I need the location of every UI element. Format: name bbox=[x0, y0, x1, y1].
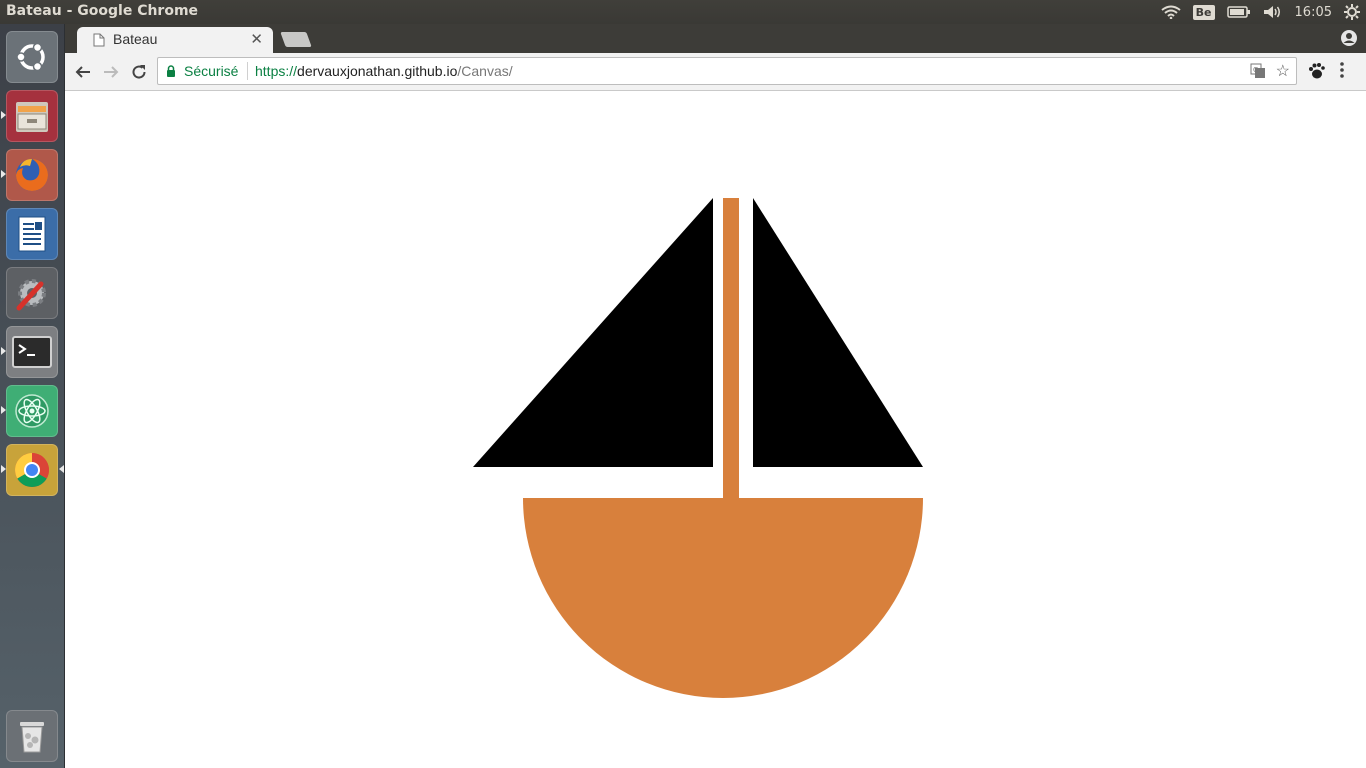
boat-mast bbox=[723, 198, 739, 498]
launcher-atom-button[interactable] bbox=[6, 385, 58, 437]
system-tray: Be 16:05 bbox=[1161, 0, 1360, 24]
launcher-trash-button[interactable] bbox=[6, 710, 58, 762]
launcher bbox=[0, 24, 65, 768]
ubuntu-logo-icon bbox=[16, 42, 45, 72]
file-cabinet-icon bbox=[16, 102, 48, 132]
omnibox[interactable]: Sécurisé https://dervauxjonathan.github.… bbox=[157, 57, 1297, 85]
security-status-label[interactable]: Sécurisé bbox=[184, 63, 238, 79]
boat-canvas bbox=[473, 198, 923, 698]
launcher-writer-button[interactable] bbox=[6, 208, 58, 260]
boat-right-sail bbox=[753, 198, 923, 467]
svg-text:G: G bbox=[1253, 66, 1258, 74]
launcher-firefox-button[interactable] bbox=[6, 149, 58, 201]
url-scheme: https:// bbox=[255, 63, 298, 79]
omnibox-divider bbox=[247, 62, 248, 80]
reload-icon bbox=[132, 65, 146, 79]
back-arrow-icon bbox=[75, 66, 90, 78]
tab-strip: Bateau ✕ bbox=[65, 24, 1366, 53]
chrome-icon bbox=[15, 453, 49, 487]
clock[interactable]: 16:05 bbox=[1295, 0, 1332, 24]
battery-icon[interactable] bbox=[1226, 0, 1251, 24]
reload-button[interactable] bbox=[128, 61, 150, 83]
forward-button[interactable] bbox=[100, 61, 122, 83]
settings-wrench-icon bbox=[16, 279, 46, 311]
firefox-icon bbox=[16, 159, 48, 191]
volume-icon[interactable] bbox=[1263, 0, 1283, 24]
page-favicon-icon bbox=[93, 33, 105, 47]
launcher-dash-button[interactable] bbox=[6, 31, 58, 83]
url-host: dervauxjonathan.github.io bbox=[297, 63, 458, 79]
new-tab-button[interactable] bbox=[280, 32, 312, 47]
launcher-terminal-button[interactable] bbox=[6, 326, 58, 378]
boat-left-sail bbox=[473, 198, 713, 467]
writer-document-icon bbox=[18, 216, 46, 252]
atom-icon bbox=[15, 394, 49, 428]
window-title: Bateau - Google Chrome bbox=[6, 3, 199, 19]
launcher-focused-indicator bbox=[59, 465, 64, 473]
power-settings-gear-icon[interactable] bbox=[1344, 0, 1360, 24]
profile-avatar-icon[interactable] bbox=[1340, 29, 1358, 47]
url-text[interactable]: https://dervauxjonathan.github.io/Canvas… bbox=[255, 63, 513, 79]
launcher-settings-button[interactable] bbox=[6, 267, 58, 319]
browser-toolbar: Sécurisé https://dervauxjonathan.github.… bbox=[65, 53, 1366, 91]
keyboard-layout-label: Be bbox=[1192, 4, 1215, 20]
boat-hull bbox=[523, 498, 923, 698]
launcher-chrome-button[interactable] bbox=[6, 444, 58, 496]
bookmark-star-icon[interactable]: ☆ bbox=[1276, 61, 1290, 81]
back-button[interactable] bbox=[72, 61, 94, 83]
page-viewport bbox=[65, 91, 1366, 768]
translate-icon[interactable]: G bbox=[1250, 63, 1266, 79]
tab-close-icon[interactable]: ✕ bbox=[250, 30, 263, 48]
wifi-icon[interactable] bbox=[1161, 0, 1181, 24]
lock-icon[interactable] bbox=[166, 65, 176, 77]
trash-icon bbox=[20, 722, 44, 753]
extension-paw-icon[interactable] bbox=[1307, 62, 1325, 80]
top-panel: Bateau - Google Chrome Be 16:05 bbox=[0, 0, 1366, 24]
tab-bateau[interactable]: Bateau ✕ bbox=[77, 27, 273, 53]
launcher-files-button[interactable] bbox=[6, 90, 58, 142]
keyboard-layout-indicator[interactable]: Be bbox=[1192, 0, 1215, 24]
chrome-menu-icon[interactable] bbox=[1339, 61, 1345, 79]
tab-title: Bateau bbox=[113, 31, 158, 47]
terminal-icon bbox=[12, 336, 52, 368]
url-path: /Canvas/ bbox=[457, 63, 513, 79]
forward-arrow-icon bbox=[104, 66, 119, 78]
